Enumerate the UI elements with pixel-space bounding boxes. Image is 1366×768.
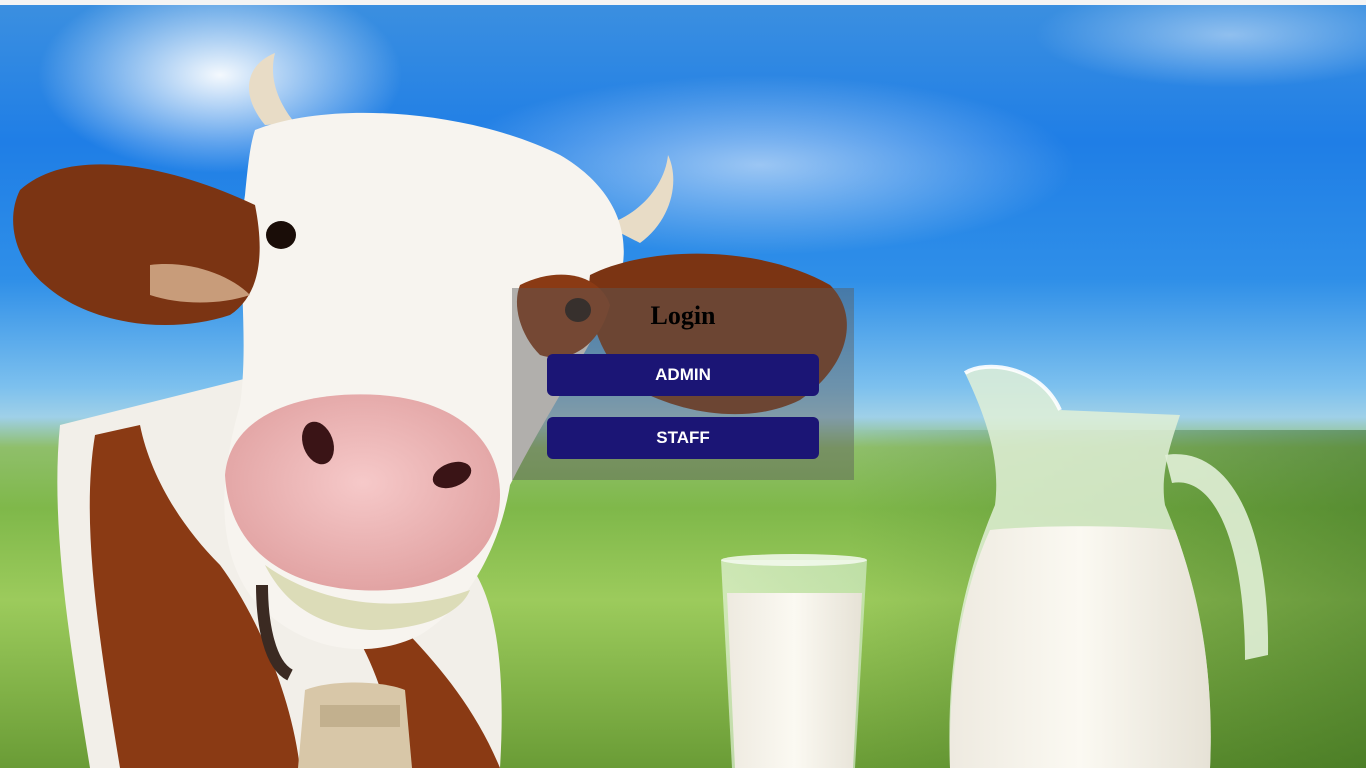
- staff-button[interactable]: STAFF: [547, 417, 819, 459]
- login-page: Login ADMIN STAFF: [0, 0, 1366, 768]
- milk-jug: [949, 364, 1269, 768]
- login-title: Login: [650, 301, 716, 330]
- login-panel: Login ADMIN STAFF: [512, 288, 854, 480]
- milk-glass: [721, 554, 867, 768]
- admin-button[interactable]: ADMIN: [547, 354, 819, 396]
